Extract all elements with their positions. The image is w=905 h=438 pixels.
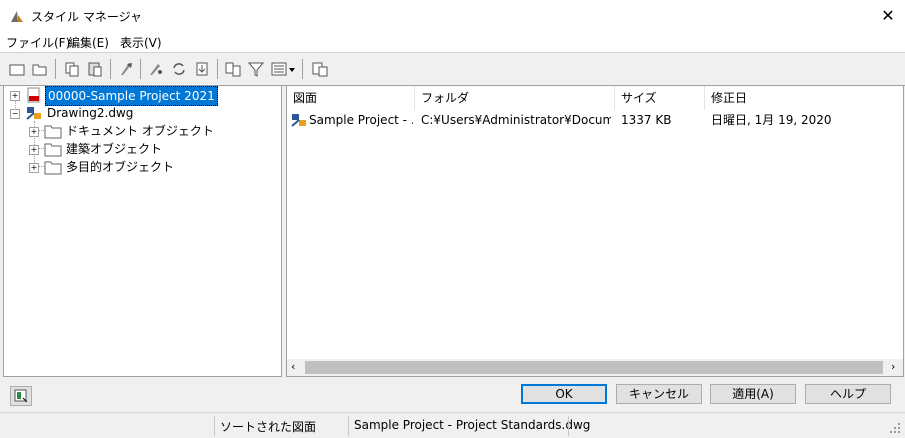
tree-item-label: 多目的オブジェクト	[66, 160, 175, 174]
copy-icon[interactable]	[63, 60, 81, 78]
view-dropdown-icon[interactable]	[270, 60, 298, 78]
cell-modified: 日曜日, 1月 19, 2020	[711, 113, 832, 127]
cell-drawing-name: Sample Project - ...	[309, 113, 413, 127]
status-divider	[214, 416, 215, 436]
style-tree[interactable]: + 00000-Sample Project 2021 − Drawing2.d…	[3, 85, 282, 377]
column-header-drawing[interactable]: 図面	[287, 86, 415, 110]
menu-view[interactable]: 表示(V)	[120, 34, 162, 51]
close-icon: ✕	[881, 6, 895, 25]
tree-item-label: Drawing2.dwg	[47, 106, 134, 120]
toolbar-separator	[110, 59, 111, 79]
toolbar-separator	[55, 59, 56, 79]
window-title: スタイル マネージャ	[31, 10, 142, 24]
toolbar-separator	[140, 59, 141, 79]
column-header-modified[interactable]: 修正日	[705, 86, 903, 110]
resize-grip-icon[interactable]	[888, 421, 902, 435]
drawing-list[interactable]: 図面 フォルダ サイズ 修正日 Sample Project - ... C:¥…	[286, 85, 904, 377]
folder-icon	[44, 161, 62, 175]
scroll-right-icon[interactable]: ›	[891, 360, 895, 373]
tree-item-label: 00000-Sample Project 2021	[45, 86, 218, 106]
menu-bar: ファイル(F) 編集(E) 表示(V)	[0, 32, 905, 53]
status-divider	[348, 416, 349, 436]
sync-icon[interactable]	[170, 60, 188, 78]
tree-item-label: 建築オブジェクト	[66, 142, 163, 156]
cell-folder: C:¥Users¥Administrator¥Documen...	[421, 113, 611, 127]
open-folder-icon[interactable]	[31, 60, 49, 78]
column-header-folder[interactable]: フォルダ	[415, 86, 615, 110]
title-bar: スタイル マネージャ ✕	[0, 0, 905, 32]
expand-icon[interactable]: +	[29, 127, 39, 137]
apply-button[interactable]: 適用(A)	[710, 384, 796, 404]
tree-item-drawing[interactable]: − Drawing2.dwg	[4, 104, 281, 122]
tree-item-multipurpose-objects[interactable]: + 多目的オブジェクト	[4, 158, 281, 176]
drawing-icon	[26, 107, 41, 120]
status-divider	[568, 416, 569, 436]
ok-button[interactable]: OK	[521, 384, 607, 404]
details-pane-icon	[14, 389, 28, 403]
purge-icon[interactable]	[117, 60, 135, 78]
close-button[interactable]: ✕	[876, 4, 900, 28]
tree-item-document-objects[interactable]: + ドキュメント オブジェクト	[4, 122, 281, 140]
cancel-button[interactable]: キャンセル	[616, 384, 702, 404]
tree-item-project[interactable]: + 00000-Sample Project 2021	[4, 86, 281, 106]
cell-size: 1337 KB	[621, 113, 672, 127]
status-label: ソートされた図面	[220, 420, 317, 434]
edit-style-icon[interactable]	[147, 60, 165, 78]
compare-icon[interactable]	[224, 60, 242, 78]
folder-icon	[44, 143, 62, 157]
table-row[interactable]: Sample Project - ... C:¥Users¥Administra…	[287, 110, 903, 130]
drawing-icon	[291, 114, 306, 127]
import-icon[interactable]	[193, 60, 211, 78]
menu-edit[interactable]: 編集(E)	[68, 34, 109, 51]
filter-icon[interactable]	[247, 60, 265, 78]
paste-icon[interactable]	[86, 60, 104, 78]
toolbar-separator	[217, 59, 218, 79]
expand-icon[interactable]: +	[29, 163, 39, 173]
status-bar: ソートされた図面 Sample Project - Project Standa…	[0, 412, 905, 438]
status-value: Sample Project - Project Standards.dwg	[354, 418, 591, 432]
help-button[interactable]: ヘルプ	[805, 384, 891, 404]
scroll-left-icon[interactable]: ‹	[291, 360, 295, 373]
toggle-details-button[interactable]	[10, 386, 32, 406]
toggle-view-icon[interactable]	[311, 60, 329, 78]
scroll-thumb[interactable]	[305, 361, 883, 374]
expand-icon[interactable]: +	[10, 91, 20, 101]
horizontal-scrollbar[interactable]: ‹ ›	[287, 359, 903, 376]
new-icon[interactable]	[8, 60, 26, 78]
toolbar	[0, 53, 905, 86]
style-manager-icon	[11, 11, 23, 22]
folder-icon	[44, 125, 62, 139]
column-header-size[interactable]: サイズ	[615, 86, 705, 110]
toolbar-separator	[302, 59, 303, 79]
tree-item-architectural-objects[interactable]: + 建築オブジェクト	[4, 140, 281, 158]
collapse-icon[interactable]: −	[10, 109, 20, 119]
menu-file[interactable]: ファイル(F)	[6, 34, 70, 51]
project-icon	[27, 87, 40, 103]
expand-icon[interactable]: +	[29, 145, 39, 155]
tree-item-label: ドキュメント オブジェクト	[66, 124, 214, 138]
